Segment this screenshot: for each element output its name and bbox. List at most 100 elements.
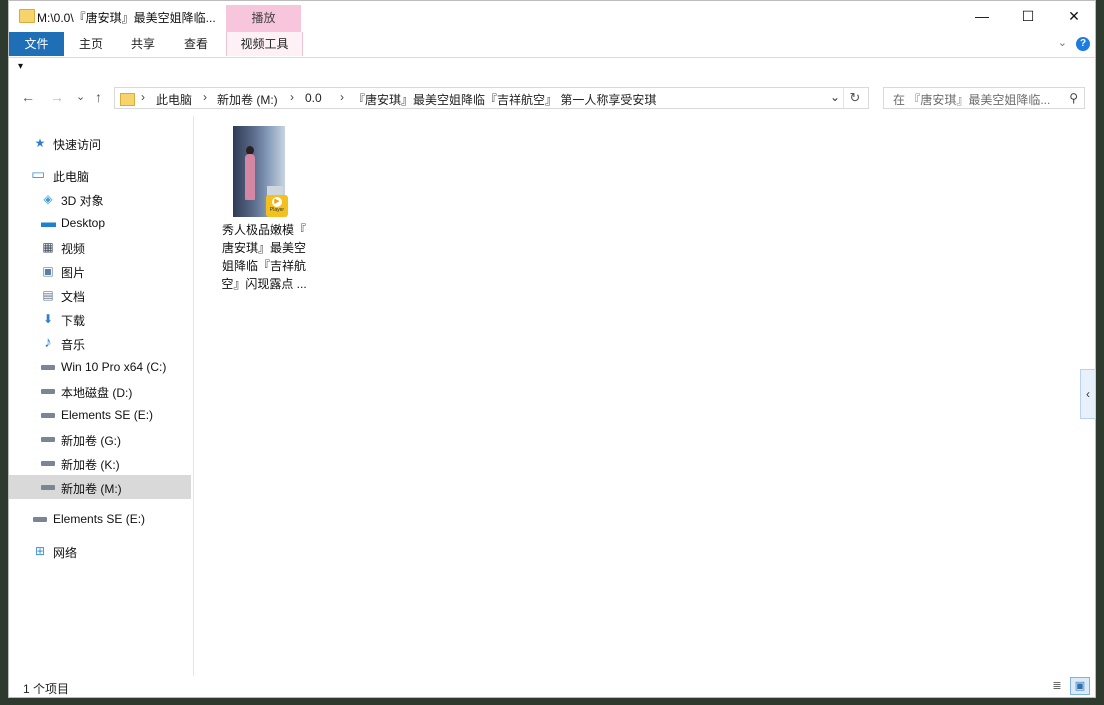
drive-icon <box>33 517 47 522</box>
sidebar-item-label: 快速访问 <box>53 138 102 152</box>
play-icon: ▶ <box>272 197 282 207</box>
breadcrumb-separator: › <box>290 90 294 104</box>
sidebar-item-label: 新加卷 (M:) <box>61 482 122 496</box>
tab-file[interactable]: 文件 <box>9 32 64 56</box>
cube-icon: ◈ <box>43 192 53 206</box>
sidebar-item-drive-k[interactable]: 新加卷 (K:) <box>9 451 191 475</box>
computer-icon: ▭ <box>31 166 46 183</box>
sidebar-item-label: 新加卷 (K:) <box>61 458 120 472</box>
file-list: ▶ Player 秀人极品嫩模『 唐安琪』最美空 姐降临『吉祥航 空』闪现露点 … <box>195 116 1085 676</box>
forward-button[interactable]: → <box>50 89 64 105</box>
search-box[interactable]: 在 『唐安琪』最美空姐降临... ⚲ <box>883 87 1085 109</box>
drive-icon <box>41 389 55 394</box>
back-button[interactable]: ← <box>21 89 35 105</box>
customize-toolbar-icon[interactable]: ▾ <box>18 61 23 72</box>
navigation-pane: ★ 快速访问 ▭ 此电脑 ◈ 3D 对象 ▬ Desktop ▦ 视频 ▣ 图片… <box>9 116 194 676</box>
sidebar-item-downloads[interactable]: ⬇ 下载 <box>9 307 191 331</box>
search-icon[interactable]: ⚲ <box>1069 91 1078 105</box>
sidebar-item-drive-m[interactable]: 新加卷 (M:) <box>9 475 191 499</box>
chevron-down-icon[interactable]: ⌄ <box>1058 36 1067 49</box>
sidebar-item-drive-d[interactable]: 本地磁盘 (D:) <box>9 379 191 403</box>
sidebar-item-network[interactable]: ⊞ 网络 <box>9 539 191 563</box>
search-placeholder: 在 『唐安琪』最美空姐降临... <box>893 93 1051 107</box>
tab-view[interactable]: 查看 <box>170 32 222 56</box>
tab-home[interactable]: 主页 <box>65 32 117 56</box>
help-icon[interactable]: ? <box>1076 37 1090 51</box>
drive-icon <box>41 485 55 490</box>
sidebar-item-this-pc[interactable]: ▭ 此电脑 <box>9 163 191 187</box>
sidebar-item-videos[interactable]: ▦ 视频 <box>9 235 191 259</box>
folder-icon <box>19 9 35 23</box>
sidebar-item-label: 网络 <box>53 546 78 560</box>
picture-icon: ▣ <box>42 264 54 278</box>
sidebar-item-pictures[interactable]: ▣ 图片 <box>9 259 191 283</box>
sidebar-item-drive-c[interactable]: Win 10 Pro x64 (C:) <box>9 355 191 379</box>
navigation-bar: ← → ⌄ ↑ › 此电脑 › 新加卷 (M:) › 0.0 › 『唐安琪』最美… <box>9 83 1095 113</box>
breadcrumb-separator: › <box>141 90 145 104</box>
file-name-line: 姐降临『吉祥航 <box>221 259 306 273</box>
sidebar-item-music[interactable]: ♪ 音乐 <box>9 331 191 355</box>
sidebar-item-3d-objects[interactable]: ◈ 3D 对象 <box>9 187 191 211</box>
tab-share[interactable]: 共享 <box>117 32 169 56</box>
breadcrumb-this-pc[interactable]: 此电脑 <box>156 91 192 108</box>
details-view-icon[interactable]: ≣ <box>1049 679 1065 693</box>
sidebar-item-documents[interactable]: ▤ 文档 <box>9 283 191 307</box>
drive-icon <box>41 461 55 466</box>
star-icon: ★ <box>34 136 46 150</box>
sidebar-item-label: 此电脑 <box>53 170 90 184</box>
folder-icon <box>120 93 135 106</box>
item-count: 1 个项目 <box>23 682 70 696</box>
large-icons-view-icon[interactable]: ▣ <box>1070 677 1090 695</box>
up-button[interactable]: ↑ <box>95 89 102 105</box>
recent-locations-button[interactable]: ⌄ <box>76 90 85 103</box>
film-icon: ▦ <box>42 240 54 254</box>
maximize-button[interactable]: ☐ <box>1005 1 1051 32</box>
file-name-line: 秀人极品嫩模『 <box>221 223 306 237</box>
sidebar-item-label: 视频 <box>61 242 86 256</box>
download-icon: ⬇ <box>42 312 54 326</box>
sidebar-item-label: 图片 <box>61 266 86 280</box>
network-icon: ⊞ <box>34 544 46 558</box>
sidebar-item-label: 本地磁盘 (D:) <box>61 386 133 400</box>
thumbnail-figure <box>245 154 255 200</box>
sidebar-item-quick-access[interactable]: ★ 快速访问 <box>9 131 191 155</box>
sidebar-item-label: Desktop <box>61 216 106 230</box>
chevron-left-icon[interactable]: ‹ <box>1080 369 1096 419</box>
status-bar: 1 个项目 ≣ ▣ <box>9 676 1095 698</box>
breadcrumb-current-folder[interactable]: 『唐安琪』最美空姐降临『吉祥航空』 第一人称享受安琪 <box>353 91 656 108</box>
sidebar-item-drive-g[interactable]: 新加卷 (G:) <box>9 427 191 451</box>
sidebar-item-elements-se[interactable]: Elements SE (E:) <box>9 507 191 531</box>
document-icon: ▤ <box>42 288 54 302</box>
sidebar-item-drive-e[interactable]: Elements SE (E:) <box>9 403 191 427</box>
breadcrumb-separator: › <box>203 90 207 104</box>
quick-access-toolbar: ▾ <box>9 58 1095 80</box>
breadcrumb-separator: › <box>340 90 344 104</box>
ribbon-tabs: 文件 主页 共享 查看 视频工具 ⌄ ? <box>9 32 1095 58</box>
sidebar-item-label: 新加卷 (G:) <box>61 434 121 448</box>
drive-icon <box>41 437 55 442</box>
sidebar-item-label: Elements SE (E:) <box>53 512 146 526</box>
sidebar-item-desktop[interactable]: ▬ Desktop <box>9 211 191 235</box>
context-tab-play[interactable]: 播放 <box>226 5 301 32</box>
minimize-button[interactable]: — <box>959 1 1005 32</box>
explorer-window: M:\0.0\『唐安琪』最美空姐降临... 播放 — ☐ ✕ 文件 主页 共享 … <box>8 0 1096 698</box>
refresh-icon[interactable]: ↻ <box>843 88 866 108</box>
sidebar-item-label: Win 10 Pro x64 (C:) <box>61 360 167 374</box>
desktop-icon: ▬ <box>41 214 56 231</box>
tab-video-tools[interactable]: 视频工具 <box>226 32 303 56</box>
breadcrumb-drive-m[interactable]: 新加卷 (M:) <box>217 91 278 108</box>
sidebar-item-label: 下载 <box>61 314 86 328</box>
file-name-line: 唐安琪』最美空 <box>221 241 306 255</box>
address-dropdown-icon[interactable]: ⌄ <box>830 90 840 104</box>
title-bar: M:\0.0\『唐安琪』最美空姐降临... 播放 — ☐ ✕ <box>9 1 1095 32</box>
player-badge-label: Player <box>269 207 285 213</box>
drive-icon <box>41 413 55 418</box>
player-icon: ▶ Player <box>266 195 288 217</box>
sidebar-item-label: 3D 对象 <box>61 194 104 208</box>
close-button[interactable]: ✕ <box>1051 1 1097 32</box>
file-name: 秀人极品嫩模『 唐安琪』最美空 姐降临『吉祥航 空』闪现露点 ... <box>217 221 311 293</box>
breadcrumb-folder-00[interactable]: 0.0 <box>305 91 322 105</box>
sidebar-item-label: Elements SE (E:) <box>61 408 154 422</box>
sidebar-item-label: 文档 <box>61 290 86 304</box>
address-bar[interactable]: › 此电脑 › 新加卷 (M:) › 0.0 › 『唐安琪』最美空姐降临『吉祥航… <box>114 87 869 109</box>
